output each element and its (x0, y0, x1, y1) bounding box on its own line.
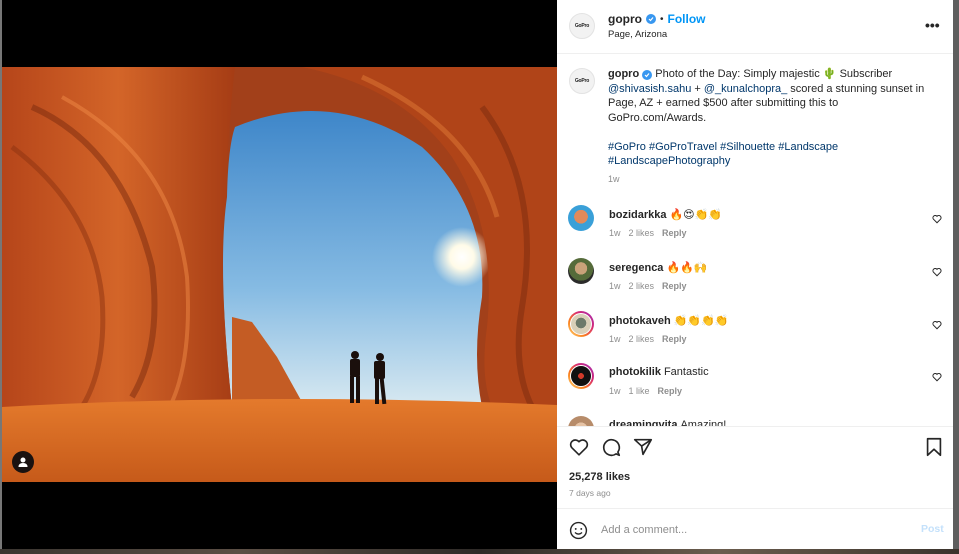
post-time[interactable]: 7 days ago (569, 488, 611, 498)
add-comment-input[interactable] (601, 520, 901, 540)
caption-text: Subscriber (839, 68, 893, 80)
add-comment-bar: Post (557, 508, 953, 549)
commenter-username[interactable]: photokilik (609, 366, 661, 378)
commenter-username[interactable]: seregenca (609, 262, 663, 274)
commenter-username[interactable]: bozidarkka (609, 209, 666, 221)
emoji-picker-icon[interactable] (569, 521, 588, 540)
comment-likes[interactable]: 2 likes (629, 334, 655, 344)
commenter-username[interactable]: dreamingvita (609, 419, 677, 426)
reply-button[interactable]: Reply (662, 281, 687, 291)
comment-item: photokilik Fantastic 1w 1 like Reply (557, 363, 953, 415)
comment-meta: 1w 2 likes Reply (609, 281, 687, 291)
comment-likes[interactable]: 2 likes (629, 281, 655, 291)
comment-body: 🔥😍👏👏 (669, 209, 723, 221)
comment-likes[interactable]: 2 likes (629, 228, 655, 238)
author-username[interactable]: gopro (608, 12, 642, 26)
comment-time[interactable]: 1w (609, 281, 621, 291)
post-details-panel: GoPro gopro • Follow Page, Arizona ••• G… (557, 0, 953, 549)
comment-time[interactable]: 1w (609, 228, 621, 238)
mention-link[interactable]: @shivasish.sahu (608, 83, 691, 95)
comment-meta: 1w 2 likes Reply (609, 228, 687, 238)
caption-username[interactable]: gopro (608, 68, 639, 80)
comment-icon[interactable] (600, 436, 622, 458)
comment-text: photokilik Fantastic (609, 366, 709, 378)
verified-badge-icon (642, 70, 653, 80)
comment-like-heart-icon[interactable] (932, 320, 942, 330)
comment-body: 👏👏👏👏 (673, 315, 729, 327)
verified-badge-icon (646, 14, 656, 24)
hashtag-link[interactable]: #Landscape (778, 141, 838, 153)
comments-list[interactable]: GoPro gopro Photo of the Day: Simply maj… (557, 55, 953, 426)
comment-likes[interactable]: 1 like (629, 386, 650, 396)
commenter-avatar-story-ring[interactable] (568, 363, 594, 389)
caption-text: + (694, 82, 701, 95)
comment-item: photokaveh 👏👏👏👏 1w 2 likes Reply (557, 311, 953, 363)
reply-button[interactable]: Reply (658, 386, 683, 396)
comment-text: dreamingvita Amazing! (609, 419, 726, 426)
reply-button[interactable]: Reply (662, 228, 687, 238)
commenter-avatar[interactable] (568, 258, 594, 284)
commenter-username[interactable]: photokaveh (609, 315, 671, 327)
canyon-arch-photo (2, 67, 557, 482)
tagged-users-button[interactable] (12, 451, 34, 473)
cactus-emoji: 🌵 (822, 68, 837, 80)
comment-like-heart-icon[interactable] (932, 267, 942, 277)
page-scrollbar[interactable] (953, 0, 959, 549)
comment-text: photokaveh 👏👏👏👏 (609, 314, 729, 327)
comment-time[interactable]: 1w (609, 334, 621, 344)
comment-like-heart-icon[interactable] (932, 372, 942, 382)
comment-time[interactable]: 1w (609, 386, 621, 396)
comment-like-heart-icon[interactable] (932, 214, 942, 224)
commenter-avatar[interactable] (568, 205, 594, 231)
comment-item: bozidarkka 🔥😍👏👏 1w 2 likes Reply (557, 205, 953, 257)
post-location[interactable]: Page, Arizona (608, 29, 667, 40)
likes-count[interactable]: 25,278 likes (569, 471, 630, 483)
post-photo[interactable] (2, 67, 557, 482)
reply-button[interactable]: Reply (662, 334, 687, 344)
caption-text: Photo of the Day: Simply majestic (655, 68, 820, 80)
hashtag-link[interactable]: #GoProTravel (649, 141, 717, 153)
like-heart-icon[interactable] (568, 436, 590, 458)
comment-body: Fantastic (663, 366, 709, 378)
comment-text: seregenca 🔥🔥🙌 (609, 261, 708, 274)
caption-author-avatar[interactable]: GoPro (569, 68, 595, 94)
user-icon (18, 457, 28, 467)
comment-item: seregenca 🔥🔥🙌 1w 2 likes Reply (557, 258, 953, 310)
separator-dot: • (660, 13, 664, 25)
commenter-avatar[interactable] (568, 416, 594, 426)
comment-body: Amazing! (680, 419, 727, 426)
more-options-icon[interactable]: ••• (925, 17, 940, 33)
hashtag-link[interactable]: #GoPro (608, 141, 646, 153)
share-send-icon[interactable] (632, 436, 654, 458)
comment-meta: 1w 1 like Reply (609, 386, 682, 396)
hashtag-link[interactable]: #LandscapePhotography (608, 155, 730, 167)
post-header: GoPro gopro • Follow Page, Arizona ••• (557, 0, 953, 54)
author-avatar[interactable]: GoPro (569, 13, 595, 39)
comment-text: bozidarkka 🔥😍👏👏 (609, 208, 722, 221)
save-bookmark-icon[interactable] (923, 436, 945, 458)
caption-time[interactable]: 1w (608, 174, 620, 184)
comment-meta: 1w 2 likes Reply (609, 334, 687, 344)
commenter-avatar-story-ring[interactable] (568, 311, 594, 337)
mention-link[interactable]: @_kunalchopra_ (704, 83, 787, 95)
follow-button[interactable]: Follow (668, 12, 706, 26)
author-line: gopro • Follow (608, 12, 706, 26)
post-comment-button[interactable]: Post (921, 523, 944, 535)
background-feed-strip (0, 549, 959, 554)
avatar-logo-text: GoPro (574, 78, 590, 84)
avatar-logo-text: GoPro (574, 23, 590, 29)
post-caption: gopro Photo of the Day: Simply majestic … (608, 67, 938, 169)
comment-item: dreamingvita Amazing! (557, 416, 953, 426)
post-modal-backdrop: GoPro gopro • Follow Page, Arizona ••• G… (0, 0, 959, 554)
hashtag-link[interactable]: #Silhouette (720, 141, 775, 153)
comment-body: 🔥🔥🙌 (666, 262, 708, 274)
post-actions: 25,278 likes 7 days ago (557, 426, 953, 512)
post-media (2, 0, 557, 549)
